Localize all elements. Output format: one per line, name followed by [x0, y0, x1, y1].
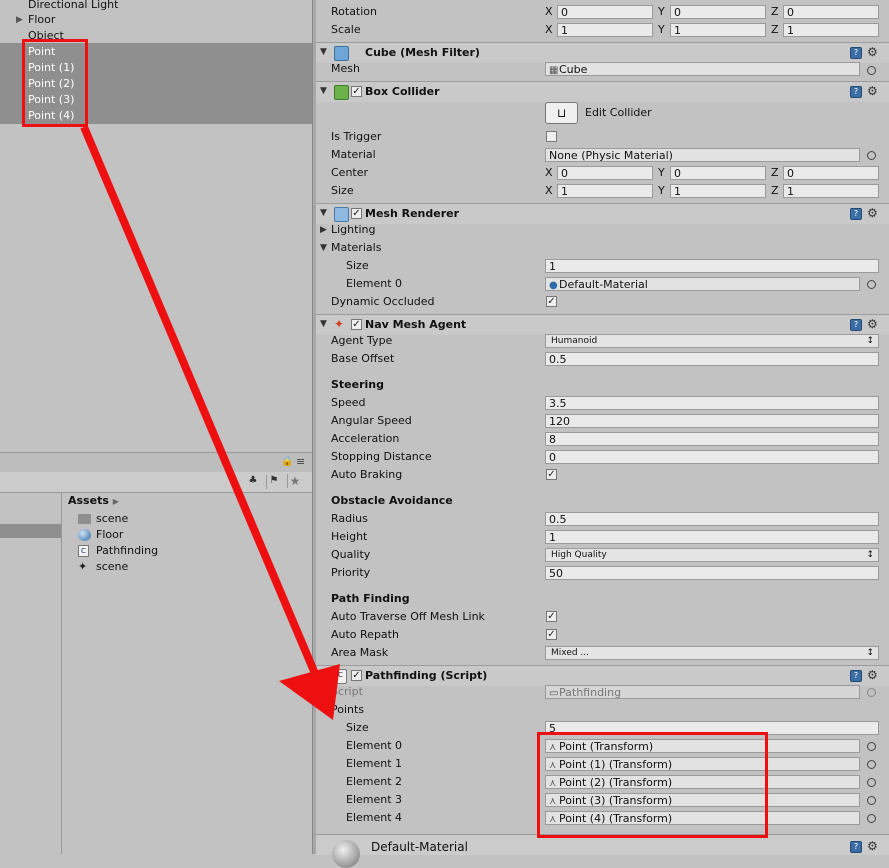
annotation-arrow-line: [80, 125, 320, 678]
annotation-arrow: [80, 125, 340, 720]
annotation-arrow-head: [279, 664, 340, 720]
